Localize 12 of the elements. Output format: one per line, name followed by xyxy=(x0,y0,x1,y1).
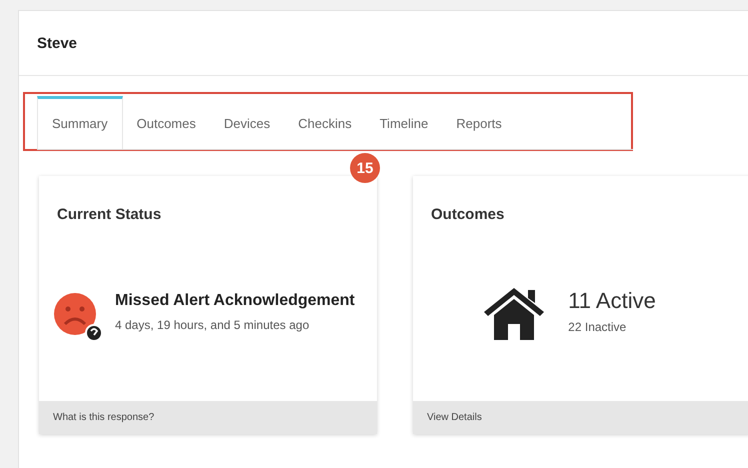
card-footer[interactable]: What is this response? xyxy=(39,401,377,434)
tab[interactable]: Summary xyxy=(37,96,123,149)
card-title: Outcomes xyxy=(430,205,506,223)
sad-face-icon xyxy=(53,292,103,342)
page-title: Steve xyxy=(37,34,78,52)
active-count: 11 Active xyxy=(568,288,656,314)
card-title: Current Status xyxy=(56,205,162,223)
card-footer[interactable]: View Details xyxy=(413,401,748,434)
status-headline: Missed Alert Acknowledgement xyxy=(115,291,355,312)
inactive-count: 22 Inactive xyxy=(568,319,628,336)
status-detail: 4 days, 19 hours, and 5 minutes ago xyxy=(115,316,310,334)
callout-badge: 15 xyxy=(350,153,380,183)
